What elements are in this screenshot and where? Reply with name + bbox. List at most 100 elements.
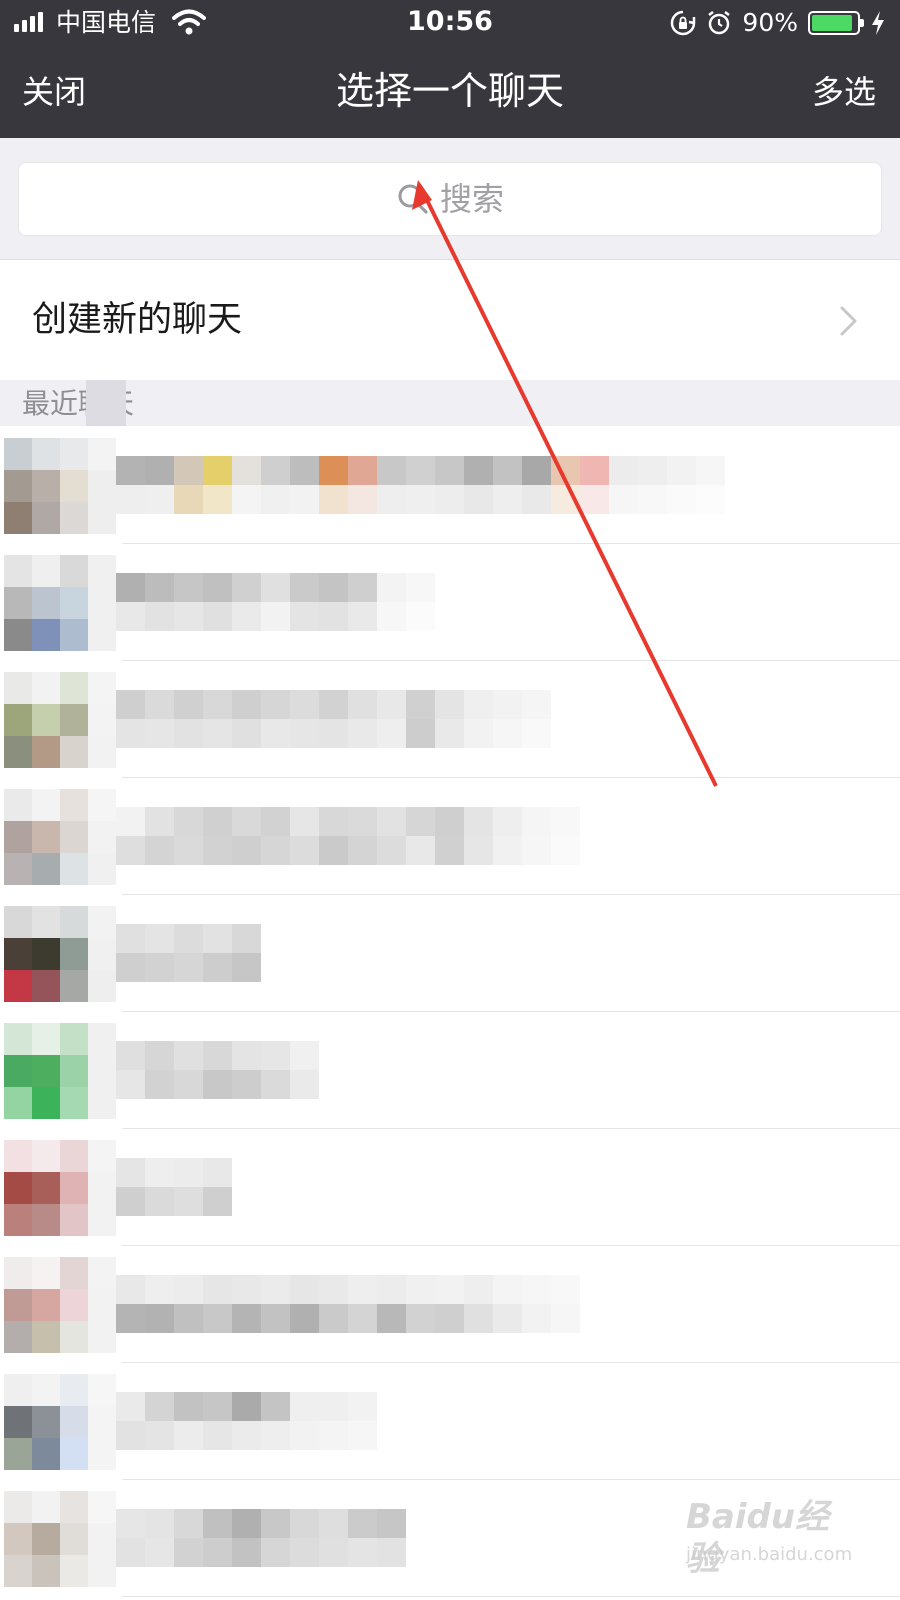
mosaic-block [232,1538,261,1567]
mosaic-block [464,807,493,836]
mosaic-block [88,789,116,821]
mosaic-block [32,1491,60,1523]
mosaic-block [232,807,261,836]
mosaic-block [580,456,609,485]
mosaic-block [232,690,261,719]
mosaic-block [261,1041,290,1070]
mosaic-block [232,924,261,953]
mosaic-block [60,1257,88,1289]
mosaic-block [232,1070,261,1099]
mosaic-block [4,906,32,938]
mosaic-block [60,789,88,821]
mosaic-block [232,1304,261,1333]
multi-select-button[interactable]: 多选 [812,72,876,112]
mosaic-block [145,573,174,602]
mosaic-block [406,602,435,631]
mosaic-block [319,1275,348,1304]
chat-row[interactable] [0,1011,900,1129]
chat-row[interactable] [0,894,900,1012]
watermark-url: jingyan.baidu.com [686,1544,853,1565]
mosaic-block [261,1392,290,1421]
mosaic-block [145,1275,174,1304]
mosaic-block [145,1392,174,1421]
mosaic-block [319,485,348,514]
mosaic-block [4,1289,32,1321]
mosaic-block [60,470,88,502]
mosaic-block [88,1204,116,1236]
mosaic-block [203,690,232,719]
chat-row[interactable] [0,1362,900,1480]
mosaic-block [261,485,290,514]
mosaic-block [348,1509,377,1538]
mosaic-block [522,1304,551,1333]
mosaic-block [4,1087,32,1119]
search-input[interactable]: 搜索 [18,162,882,236]
mosaic-block [174,1392,203,1421]
mosaic-block [60,1321,88,1353]
mosaic-block [116,1538,145,1567]
chat-row[interactable] [0,777,900,895]
mosaic-block [348,456,377,485]
mosaic-block [464,690,493,719]
battery-icon [808,11,864,35]
mosaic-block [88,1438,116,1470]
mosaic-block [145,836,174,865]
chat-row[interactable] [0,426,900,544]
mosaic-block [290,1070,319,1099]
chat-row[interactable] [0,660,900,778]
mosaic-block [60,736,88,768]
mosaic-block [203,1070,232,1099]
chat-name-redacted [116,690,551,748]
mosaic-block [88,736,116,768]
mosaic-block [88,1087,116,1119]
chat-name-redacted [116,807,580,865]
status-right-group: 90% [670,8,886,38]
mosaic-block [696,456,725,485]
mosaic-block [261,836,290,865]
mosaic-block [88,938,116,970]
mosaic-block [60,1023,88,1055]
mosaic-block [88,1374,116,1406]
mosaic-block [174,456,203,485]
avatar [4,1374,116,1470]
chat-row[interactable] [0,1128,900,1246]
mosaic-block [60,906,88,938]
mosaic-block [348,807,377,836]
mosaic-block [319,807,348,836]
mosaic-block [88,853,116,885]
chat-row[interactable] [0,1245,900,1363]
mosaic-block [232,719,261,748]
chat-row[interactable] [0,543,900,661]
mosaic-block [435,1275,464,1304]
mosaic-block [88,619,116,651]
mosaic-block [261,1275,290,1304]
mosaic-block [88,502,116,534]
chat-list [0,426,900,1600]
create-new-chat-row[interactable]: 创建新的聊天 [0,260,900,380]
mosaic-block [348,573,377,602]
mosaic-block [290,1041,319,1070]
mosaic-block [290,456,319,485]
mosaic-block [4,1172,32,1204]
mosaic-block [435,836,464,865]
mosaic-block [32,1204,60,1236]
mosaic-block [203,807,232,836]
mosaic-block [116,1070,145,1099]
mosaic-block [32,1023,60,1055]
mosaic-block [88,1523,116,1555]
top-bar: 中国电信 10:56 90% 关闭 选择一个聊天 多选 [0,0,900,138]
mosaic-block [60,1438,88,1470]
mosaic-block [406,690,435,719]
mosaic-block [88,1172,116,1204]
mosaic-block [290,1304,319,1333]
avatar [4,789,116,885]
mosaic-block [261,1304,290,1333]
mosaic-block [32,1055,60,1087]
mosaic-block [232,573,261,602]
mosaic-block [32,1406,60,1438]
mosaic-block [406,1304,435,1333]
mosaic-block [203,602,232,631]
mosaic-block [174,602,203,631]
avatar [4,1023,116,1119]
mosaic-block [174,485,203,514]
